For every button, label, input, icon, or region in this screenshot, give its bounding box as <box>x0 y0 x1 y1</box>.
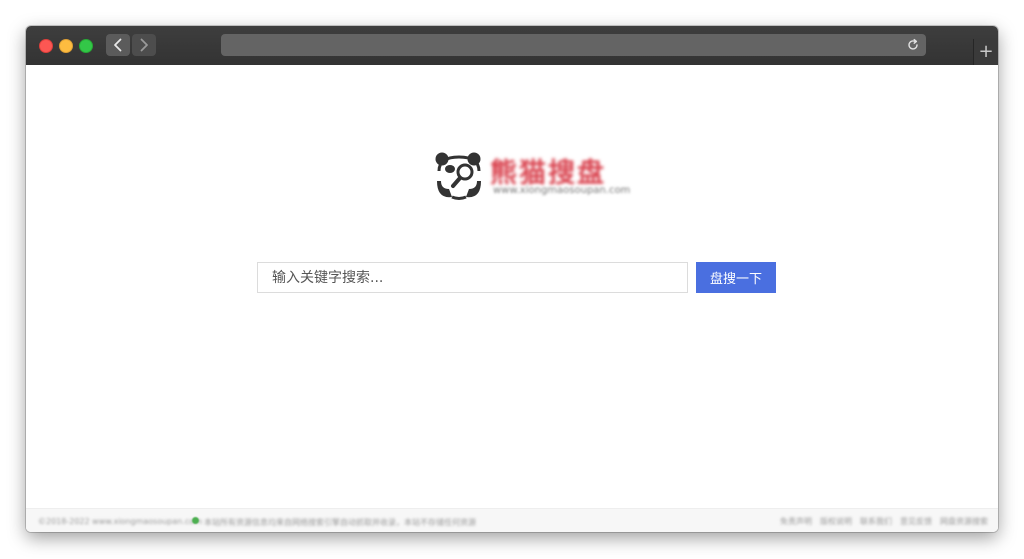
footer-link[interactable]: 网盘资源搜索 <box>940 516 988 527</box>
footer-link[interactable]: 意见反馈 <box>900 516 932 527</box>
panda-magnifier-icon <box>435 152 481 200</box>
footer-link[interactable]: 免责声明 <box>780 516 812 527</box>
browser-titlebar: + <box>26 26 998 66</box>
footer-link[interactable]: 联系我们 <box>860 516 892 527</box>
new-tab-button[interactable]: + <box>973 39 998 65</box>
page-content: 熊猫搜盘 www.xiongmaosoupan.com 盘搜一下 ©2018-2… <box>26 65 998 532</box>
forward-button[interactable] <box>132 34 156 56</box>
shield-icon <box>192 517 199 524</box>
screen: + 熊猫搜盘 www.xiongmaosoupan.com 输入关键字搜索...… <box>0 0 1024 559</box>
maximize-window-button[interactable] <box>79 39 93 53</box>
browser-window: + 熊猫搜盘 www.xiongmaosoupan.com 输入关键字搜索...… <box>26 26 998 532</box>
chevron-right-icon <box>140 38 148 52</box>
minimize-window-button[interactable] <box>59 39 73 53</box>
footer-link[interactable]: 版权说明 <box>820 516 852 527</box>
chevron-left-icon <box>114 38 122 52</box>
footer-copyright: ©2018-2022 www.xiongmaosoupan.com <box>38 517 202 526</box>
footer-links: 免责声明 版权说明 联系我们 意见反馈 网盘资源搜索 <box>780 516 988 527</box>
page-footer: ©2018-2022 www.xiongmaosoupan.com 本站所有资源… <box>26 508 998 532</box>
back-button[interactable] <box>106 34 130 56</box>
site-logo[interactable]: 熊猫搜盘 www.xiongmaosoupan.com <box>435 151 630 201</box>
search-input[interactable] <box>257 262 688 293</box>
address-bar[interactable] <box>221 34 926 56</box>
search-button[interactable]: 盘搜一下 <box>696 262 776 293</box>
logo-url: www.xiongmaosoupan.com <box>493 185 631 196</box>
close-window-button[interactable] <box>39 39 53 53</box>
reload-icon[interactable] <box>906 38 920 52</box>
footer-notice: 本站所有资源信息均来自网络搜索引擎自动抓取并收录，本站不存储任何资源 <box>204 518 476 527</box>
